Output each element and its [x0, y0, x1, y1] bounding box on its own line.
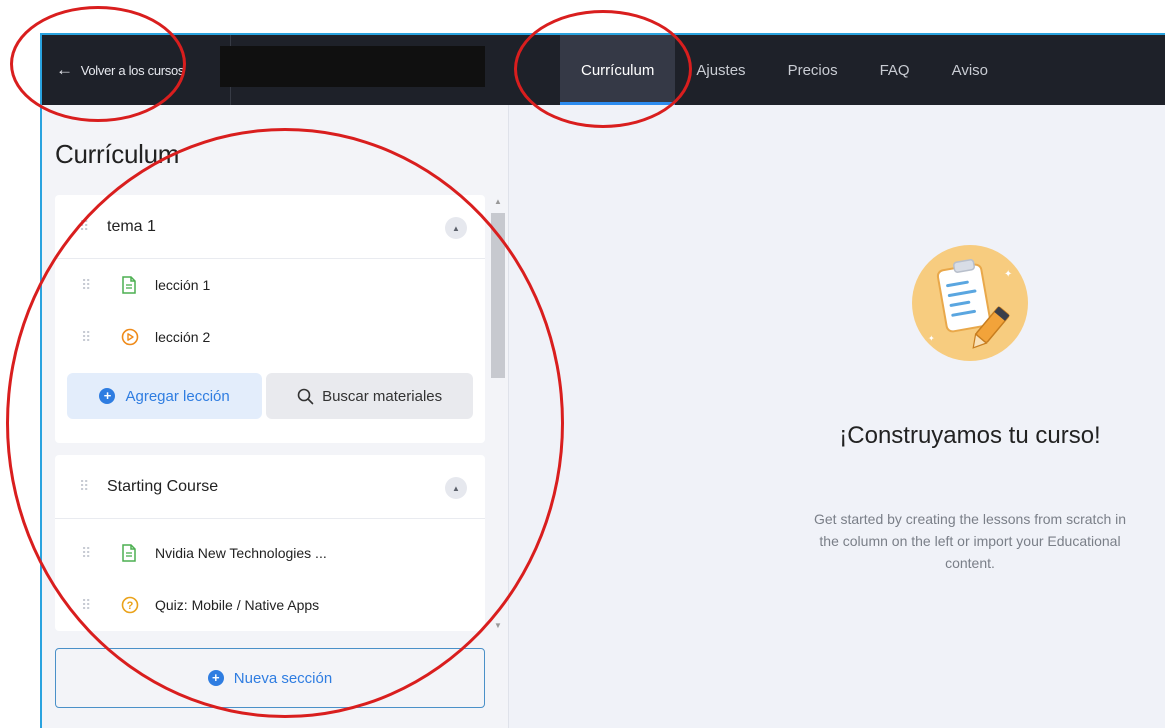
section-header[interactable]: ⠿ Starting Course ▲ [55, 455, 485, 519]
document-icon [121, 544, 143, 562]
lesson-label: lección 2 [155, 329, 211, 345]
lesson-label: Quiz: Mobile / Native Apps [155, 597, 320, 613]
chevron-down-icon[interactable]: ▼ [494, 621, 502, 630]
section-title: tema 1 [107, 217, 156, 235]
lesson-item[interactable]: ⠿ lección 1 [55, 259, 485, 311]
search-materials-button[interactable]: Buscar materiales [266, 373, 473, 419]
redacted-course-title [220, 46, 485, 87]
lesson-item[interactable]: ⠿ lección 2 [55, 311, 485, 363]
section-header[interactable]: ⠿ tema 1 ▲ [55, 195, 485, 259]
lesson-label: lección 1 [155, 277, 211, 293]
document-icon [121, 276, 143, 294]
collapse-section-button[interactable]: ▲ [445, 217, 467, 239]
tab-ajustes[interactable]: Ajustes [675, 35, 766, 105]
top-navigation-bar: ← Volver a los cursos Currículum Ajustes… [42, 35, 1165, 105]
video-play-icon [121, 328, 143, 346]
section-card: ⠿ tema 1 ▲ ⠿ lección 1 ⠿ lección 2 + Agr… [55, 195, 485, 443]
drag-handle-icon[interactable]: ⠿ [79, 218, 93, 235]
chevron-up-icon[interactable]: ▲ [494, 197, 502, 206]
tab-precios[interactable]: Precios [767, 35, 859, 105]
section-list-scrollbar[interactable]: ▲ ▼ [491, 195, 505, 635]
clipboard-pencil-illustration: ✦ ✦ [912, 245, 1028, 361]
section-list: ⠿ tema 1 ▲ ⠿ lección 1 ⠿ lección 2 + Agr… [55, 195, 501, 635]
lesson-item[interactable]: ⠿ Nvidia New Technologies ... [55, 527, 485, 579]
svg-text:✦: ✦ [1004, 269, 1012, 280]
section-card: ⠿ Starting Course ▲ ⠿ Nvidia New Technol… [55, 455, 485, 631]
tab-curriculum[interactable]: Currículum [560, 35, 676, 105]
empty-state-title: ¡Construyamos tu curso! [839, 422, 1101, 449]
section-actions: + Agregar lección Buscar materiales [55, 363, 485, 443]
editor-empty-state: ✦ ✦ ¡Construyamos tu curso! Get started … [510, 105, 1165, 728]
quiz-icon: ? [121, 596, 143, 614]
editor-tabs: Currículum Ajustes Precios FAQ Aviso [560, 35, 1009, 105]
svg-text:?: ? [127, 600, 134, 612]
svg-text:✦: ✦ [928, 334, 935, 343]
new-section-button[interactable]: + Nueva sección [55, 648, 485, 708]
course-editor-window: ← Volver a los cursos Currículum Ajustes… [40, 33, 1165, 728]
scroll-thumb[interactable] [491, 213, 505, 378]
tab-faq[interactable]: FAQ [859, 35, 931, 105]
tab-aviso[interactable]: Aviso [931, 35, 1009, 105]
section-title: Starting Course [107, 477, 219, 495]
collapse-section-button[interactable]: ▲ [445, 477, 467, 499]
drag-handle-icon[interactable]: ⠿ [81, 597, 95, 614]
empty-state-description: Get started by creating the lessons from… [813, 511, 1127, 571]
plus-circle-icon: + [207, 670, 224, 686]
search-icon [297, 388, 314, 405]
lesson-item[interactable]: ⠿ ? Quiz: Mobile / Native Apps [55, 579, 485, 631]
arrow-left-icon: ← [56, 60, 73, 79]
sidebar-title: Currículum [55, 139, 180, 169]
drag-handle-icon[interactable]: ⠿ [81, 277, 95, 294]
back-to-courses-link[interactable]: ← Volver a los cursos [56, 35, 184, 105]
drag-handle-icon[interactable]: ⠿ [79, 478, 93, 495]
back-label: Volver a los cursos [80, 62, 185, 78]
drag-handle-icon[interactable]: ⠿ [81, 329, 95, 346]
drag-handle-icon[interactable]: ⠿ [81, 545, 95, 562]
plus-circle-icon: + [99, 388, 116, 404]
curriculum-sidebar: Currículum ⠿ tema 1 ▲ ⠿ lección 1 ⠿ lecc… [42, 105, 509, 728]
add-lesson-button[interactable]: + Agregar lección [67, 373, 263, 419]
lesson-label: Nvidia New Technologies ... [155, 545, 327, 561]
